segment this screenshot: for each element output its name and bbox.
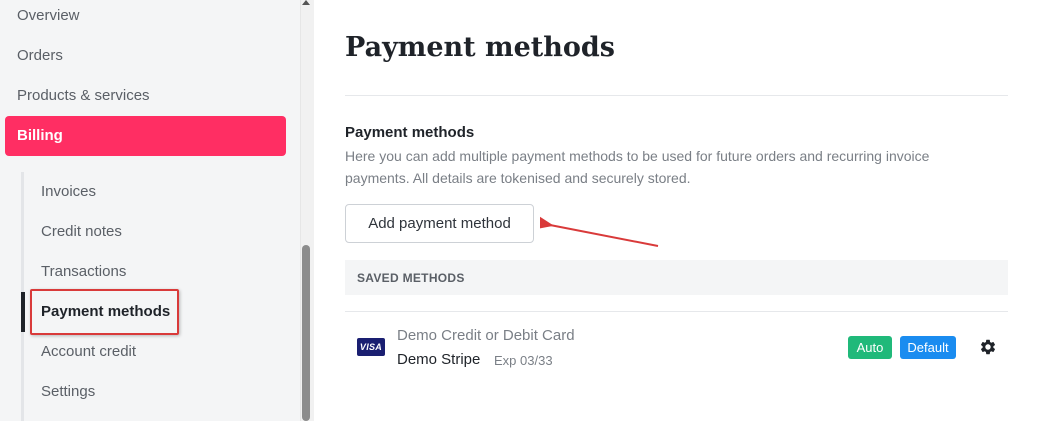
sidebar-item-orders[interactable]: Orders	[17, 46, 63, 66]
subnav-item-account-credit[interactable]: Account credit	[41, 342, 136, 362]
annotation-arrow-icon	[540, 215, 659, 247]
visa-card-icon: VISA	[357, 338, 385, 356]
sidebar-item-overview[interactable]: Overview	[17, 6, 80, 26]
add-payment-method-button[interactable]: Add payment method	[345, 204, 534, 243]
card-type-label: Demo Credit or Debit Card	[397, 327, 575, 344]
subnav-item-settings[interactable]: Settings	[41, 382, 95, 402]
subnav-item-transactions[interactable]: Transactions	[41, 262, 126, 282]
card-expiry: Exp 03/33	[494, 353, 553, 368]
card-name: Demo Stripe	[397, 351, 481, 368]
sidebar-item-billing[interactable]: Billing	[5, 116, 286, 156]
annotation-highlight-box	[30, 289, 179, 335]
scrollbar-thumb[interactable]	[302, 245, 310, 421]
page-title: Payment methods	[345, 32, 615, 63]
gear-icon[interactable]	[979, 338, 997, 356]
section-description: Here you can add multiple payment method…	[345, 148, 930, 186]
saved-methods-label: SAVED METHODS	[357, 271, 465, 285]
title-divider	[345, 95, 1008, 96]
saved-methods-header: SAVED METHODS	[345, 260, 1008, 295]
sidebar-item-products-services[interactable]: Products & services	[17, 86, 150, 106]
sidebar-item-billing-label: Billing	[17, 127, 63, 144]
subnav-item-invoices[interactable]: Invoices	[41, 182, 96, 202]
subnav-item-credit-notes[interactable]: Credit notes	[41, 222, 122, 242]
section-title: Payment methods	[345, 124, 475, 141]
subnav-active-indicator	[21, 292, 25, 332]
scroll-up-arrow-icon[interactable]	[302, 0, 310, 5]
row-divider	[345, 311, 1008, 312]
sidebar: Overview Orders Products & services Bill…	[0, 0, 300, 421]
default-badge: Default	[900, 336, 956, 359]
auto-badge: Auto	[848, 336, 892, 359]
